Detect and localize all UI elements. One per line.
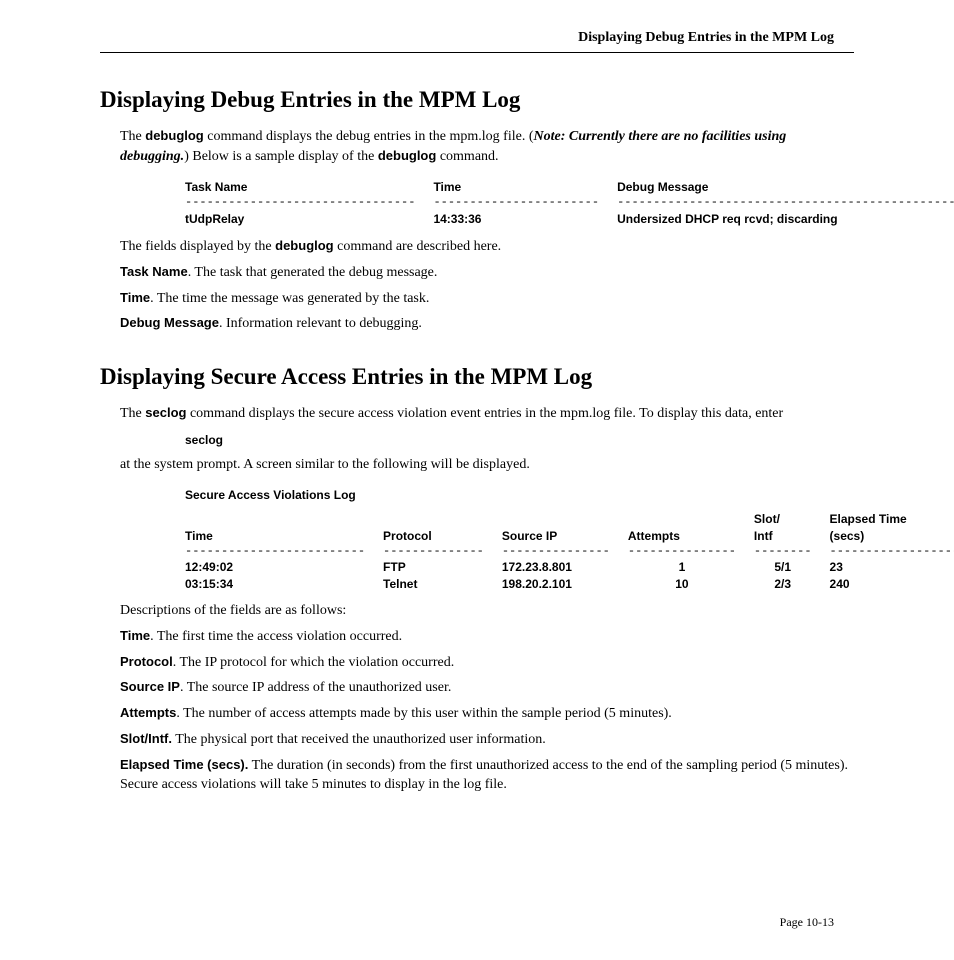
field-label: Time	[120, 290, 150, 305]
field-slot-intf: Slot/Intf. The physical port that receiv…	[120, 730, 854, 750]
field-body: . The first time the access violation oc…	[150, 629, 402, 644]
field-time: Time. The time the message was generated…	[120, 289, 854, 309]
field-body: . The time the message was generated by …	[150, 291, 429, 306]
field-source-ip: Source IP. The source IP address of the …	[120, 678, 854, 698]
field-protocol: Protocol. The IP protocol for which the …	[120, 653, 854, 673]
section2-title: Displaying Secure Access Entries in the …	[100, 364, 854, 390]
cmd-seclog: seclog	[145, 405, 186, 420]
table-header-row: Time Protocol Source IP Attempts Slot/In…	[185, 511, 954, 545]
cell-time: 03:15:34	[185, 576, 383, 592]
table-dash-row: -------------------------------- -------…	[185, 197, 954, 211]
dash: --------------------------------	[185, 197, 433, 211]
section2-body: The seclog command displays the secure a…	[120, 404, 854, 795]
text: The fields displayed by the	[120, 239, 275, 254]
section2-p2: at the system prompt. A screen similar t…	[120, 456, 854, 475]
text: Slot/	[754, 512, 780, 526]
field-label: Debug Message	[120, 315, 219, 330]
section1-title: Displaying Debug Entries in the MPM Log	[100, 87, 854, 113]
cell-elapsed: 23	[830, 559, 954, 575]
dash: --------	[754, 546, 830, 560]
table-row: 03:15:34 Telnet 198.20.2.101 10 2/3 240	[185, 576, 954, 592]
field-label: Source IP	[120, 679, 180, 694]
dash: ---------------	[628, 546, 754, 560]
cell-slot: 5/1	[754, 559, 830, 575]
code-seclog: seclog	[185, 432, 854, 448]
dash: ---------------------	[830, 546, 954, 560]
page: Displaying Debug Entries in the MPM Log …	[0, 0, 954, 960]
text: The	[120, 406, 145, 421]
text: The	[120, 129, 145, 144]
text: Elapsed Time	[830, 512, 907, 526]
dash: --------------	[383, 546, 502, 560]
section2-p3: Descriptions of the fields are as follow…	[120, 602, 854, 621]
field-debug-message: Debug Message. Information relevant to d…	[120, 314, 854, 334]
table-title: Secure Access Violations Log	[185, 487, 854, 503]
cell-elapsed: 240	[830, 576, 954, 592]
field-label: Slot/Intf.	[120, 731, 172, 746]
seclog-table: Secure Access Violations Log Time Protoc…	[185, 487, 854, 592]
text: command displays the secure access viola…	[186, 406, 783, 421]
col-time: Time	[185, 511, 383, 545]
table-row: 12:49:02 FTP 172.23.8.801 1 5/1 23	[185, 559, 954, 575]
cell-time: 12:49:02	[185, 559, 383, 575]
table-dash-row: ------------------------- --------------…	[185, 546, 954, 560]
cell-ip: 172.23.8.801	[502, 559, 628, 575]
cell-msg: Undersized DHCP req rcvd; discarding	[617, 211, 954, 227]
section1-body: The debuglog command displays the debug …	[120, 127, 854, 334]
cell-attempts: 1	[628, 559, 754, 575]
field-body: . The source IP address of the unauthori…	[180, 680, 451, 695]
section2-p1: The seclog command displays the secure a…	[120, 404, 854, 424]
debuglog-table: Task Name Time Debug Message -----------…	[185, 179, 854, 227]
page-number: Page 10-13	[100, 915, 854, 930]
dash: -------------------------	[185, 546, 383, 560]
text: ) Below is a sample display of the	[184, 149, 378, 164]
cmd-debuglog: debuglog	[145, 128, 204, 143]
text: Intf	[754, 529, 773, 543]
field-body: . Information relevant to debugging.	[219, 316, 422, 331]
cell-ip: 198.20.2.101	[502, 576, 628, 592]
cell-task: tUdpRelay	[185, 211, 433, 227]
text: command.	[436, 149, 498, 164]
field-body: . The number of access attempts made by …	[176, 706, 671, 721]
section1-p1: The debuglog command displays the debug …	[120, 127, 854, 167]
text: (secs)	[830, 529, 865, 543]
field-label: Elapsed Time (secs).	[120, 757, 248, 772]
col-elapsed-time: Elapsed Time (secs)	[830, 511, 954, 545]
cell-time: 14:33:36	[433, 211, 617, 227]
col-attempts: Attempts	[628, 511, 754, 545]
field-label: Protocol	[120, 654, 173, 669]
cmd-debuglog: debuglog	[378, 148, 437, 163]
col-protocol: Protocol	[383, 511, 502, 545]
field-label: Attempts	[120, 705, 176, 720]
field-body: . The task that generated the debug mess…	[188, 265, 438, 280]
section1-p2: The fields displayed by the debuglog com…	[120, 237, 854, 257]
cell-attempts: 10	[628, 576, 754, 592]
field-body: The physical port that received the unau…	[172, 732, 546, 747]
col-slot-intf: Slot/Intf	[754, 511, 830, 545]
cmd-debuglog: debuglog	[275, 238, 334, 253]
dash: ----------------------------------------…	[617, 197, 954, 211]
cell-proto: FTP	[383, 559, 502, 575]
field-label: Time	[120, 628, 150, 643]
cell-slot: 2/3	[754, 576, 830, 592]
dash: ---------------	[502, 546, 628, 560]
field-attempts: Attempts. The number of access attempts …	[120, 704, 854, 724]
col-source-ip: Source IP	[502, 511, 628, 545]
field-body: . The IP protocol for which the violatio…	[173, 655, 454, 670]
field-time: Time. The first time the access violatio…	[120, 627, 854, 647]
text: command are described here.	[334, 239, 502, 254]
field-elapsed-time: Elapsed Time (secs). The duration (in se…	[120, 756, 854, 795]
text: command displays the debug entries in th…	[204, 129, 534, 144]
dash: -----------------------	[433, 197, 617, 211]
running-head: Displaying Debug Entries in the MPM Log	[100, 30, 854, 53]
field-task-name: Task Name. The task that generated the d…	[120, 263, 854, 283]
table-row: tUdpRelay 14:33:36 Undersized DHCP req r…	[185, 211, 954, 227]
cell-proto: Telnet	[383, 576, 502, 592]
field-label: Task Name	[120, 264, 188, 279]
